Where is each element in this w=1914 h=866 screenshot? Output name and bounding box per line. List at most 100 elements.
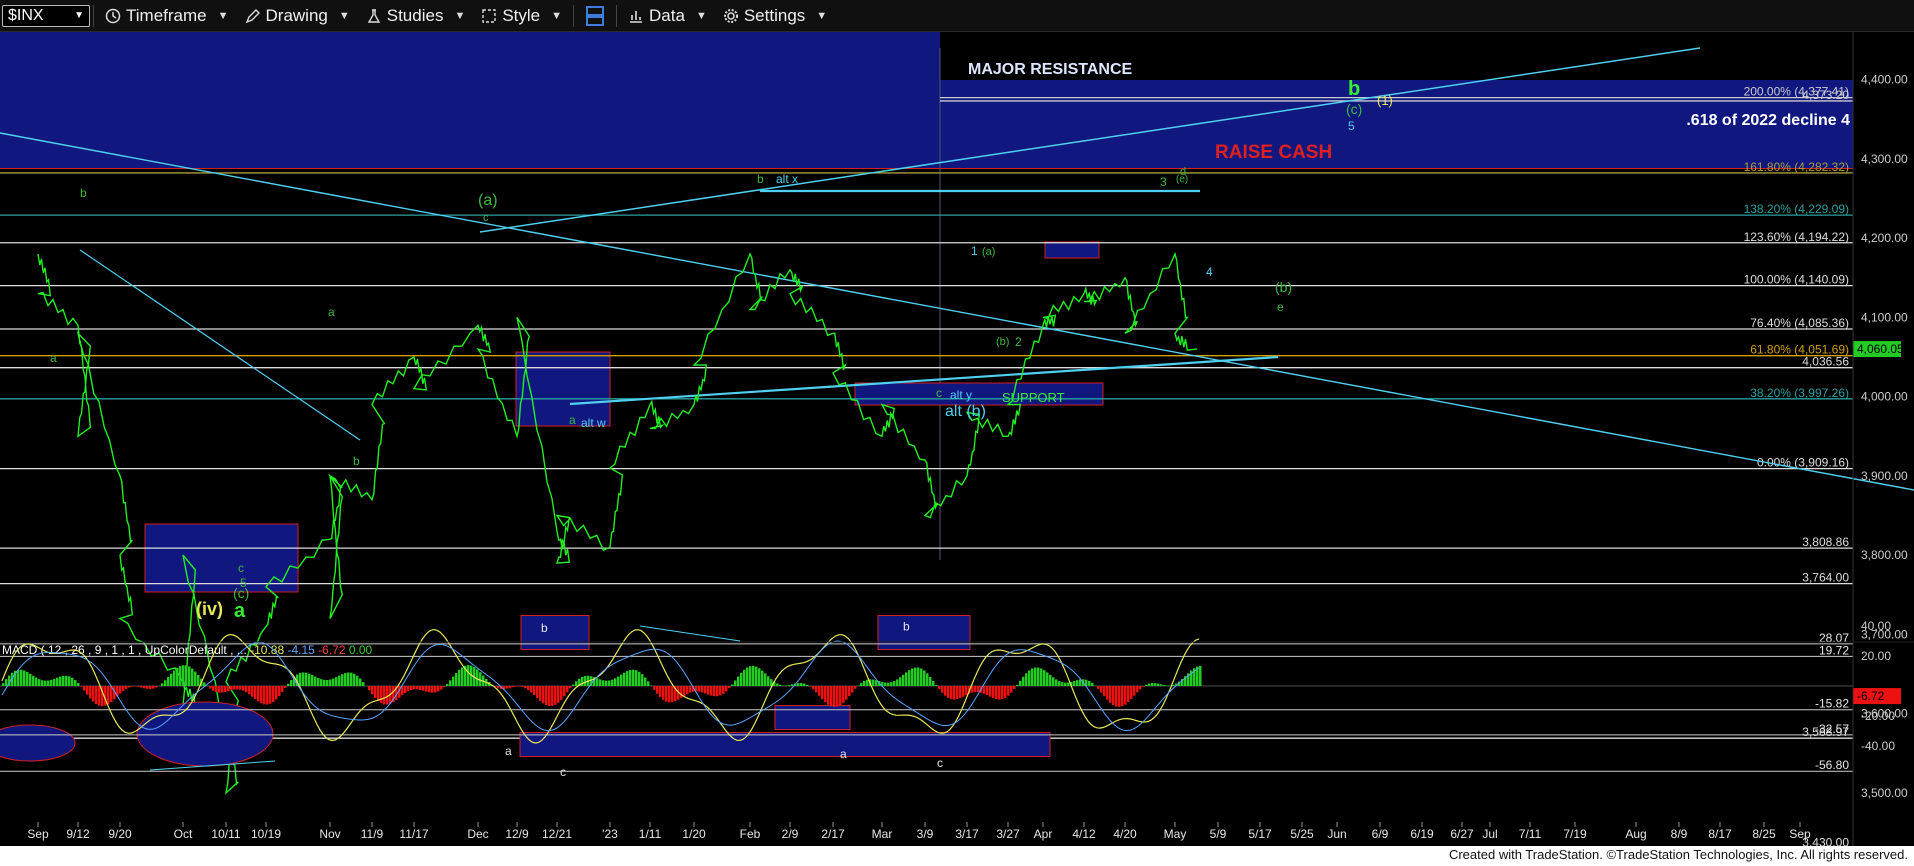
wave-label-3: 3 — [1160, 175, 1167, 189]
macd-histogram-bar — [560, 686, 563, 700]
wave-label-b-feb: b — [757, 172, 764, 186]
macd-histogram-bar — [917, 667, 920, 686]
wave-label-4: 4 — [1206, 265, 1213, 279]
wave-label-alt-x: alt x — [776, 172, 798, 186]
drawing-menu[interactable]: Drawing ▼ — [237, 0, 358, 31]
macd-histogram-bar — [785, 685, 788, 686]
trend-line-short — [79, 249, 361, 441]
style-label: Style — [502, 5, 541, 25]
macd-histogram-bar — [539, 686, 542, 701]
macd-histogram-bar — [899, 677, 902, 686]
macd-histogram-bar — [596, 678, 599, 686]
macd-histogram-bar — [1067, 682, 1070, 686]
settings-menu[interactable]: Settings ▼ — [715, 0, 835, 31]
x-axis-tick: May — [1164, 827, 1187, 841]
macd-histogram-bar — [446, 683, 449, 686]
macd-histogram-bar — [383, 686, 386, 705]
data-menu[interactable]: Data ▼ — [620, 0, 715, 31]
macd-histogram-bar — [1121, 686, 1124, 707]
macd-histogram-bar — [1115, 686, 1118, 707]
macd-histogram-bar — [716, 686, 719, 697]
macd-histogram-bar — [542, 686, 545, 704]
macd-histogram-bar — [143, 686, 146, 689]
macd-histogram-bar — [923, 670, 926, 686]
macd-histogram-bar — [1157, 683, 1160, 686]
macd-histogram-bar — [698, 686, 701, 692]
timeframe-menu[interactable]: Timeframe ▼ — [97, 0, 237, 31]
macd-histogram-bar — [782, 685, 785, 686]
price-level-label: 76.40% (4,085.36) — [1750, 316, 1849, 330]
macd-histogram-bar — [356, 675, 359, 686]
wave-label-1-paren: (1) — [1377, 93, 1393, 108]
macd-histogram-bar — [719, 686, 722, 696]
macd-histogram-bar — [461, 667, 464, 686]
macd-histogram-bar — [605, 680, 608, 686]
macd-histogram-bar — [602, 680, 605, 686]
macd-histogram-bar — [35, 677, 38, 686]
macd-histogram-bar — [1028, 670, 1031, 686]
macd-histogram-bar — [680, 686, 683, 698]
macd-histogram-bar — [359, 678, 362, 686]
macd-histogram-bar — [425, 686, 428, 692]
macd-histogram-bar — [545, 686, 548, 706]
wave-label-alt-b: alt (b) — [945, 403, 986, 420]
x-axis-tick: 8/9 — [1671, 827, 1688, 841]
macd-histogram-bar — [281, 686, 284, 693]
symbol-input[interactable]: $INX ▼ — [2, 4, 90, 27]
macd-ellipse-oct — [136, 701, 274, 767]
macd-histogram-bar — [1043, 670, 1046, 686]
x-axis-tick: Feb — [740, 827, 761, 841]
macd-histogram-bar — [959, 686, 962, 699]
macd-histogram-bar — [278, 686, 281, 696]
macd-histogram-bar — [701, 686, 704, 693]
header-segment: 0.00 — [346, 643, 373, 657]
macd-histogram-bar — [167, 676, 170, 686]
macd-histogram-bar — [1055, 679, 1058, 686]
caret-icon: ▼ — [217, 9, 229, 22]
caret-icon: ▼ — [338, 9, 350, 22]
wave-label-2: 2 — [1015, 335, 1022, 349]
macd-histogram-bar — [320, 679, 323, 686]
macd-histogram-bar — [1097, 686, 1100, 689]
macd-histogram-bar — [314, 676, 317, 686]
macd-histogram-bar — [269, 686, 272, 704]
macd-histogram-bar — [170, 673, 173, 686]
macd-histogram-bar — [848, 686, 851, 697]
price-level-label: 4,373.20 — [1802, 88, 1849, 102]
macd-histogram-bar — [353, 673, 356, 686]
wave-label-1: 1 — [971, 244, 978, 258]
macd-box-bottom — [519, 732, 1051, 757]
macd-axis-tick: 20.00 — [1861, 649, 1891, 663]
studies-menu[interactable]: Studies ▼ — [358, 0, 474, 31]
style-icon — [482, 8, 497, 23]
layout-button[interactable] — [577, 0, 613, 31]
macd-histogram-bar — [80, 686, 83, 687]
macd-histogram-bar — [1160, 684, 1163, 686]
x-axis-tick: 10/19 — [251, 827, 281, 841]
macd-axis-tick: 40.00 — [1861, 619, 1891, 633]
macd-histogram-bar — [776, 683, 779, 686]
divider — [616, 4, 618, 27]
macd-box-b2 — [877, 615, 971, 650]
x-axis-tick: '23 — [602, 827, 618, 841]
macd-histogram-bar — [629, 669, 632, 686]
macd-histogram-bar — [743, 669, 746, 686]
macd-histogram-bar — [764, 673, 767, 686]
macd-histogram-bar — [890, 682, 893, 686]
toolbar: $INX ▼ Timeframe ▼ Drawing ▼ Studies ▼ Styl… — [0, 0, 1914, 32]
macd-histogram-bar — [95, 686, 98, 705]
price-chart[interactable]: $INX - 60 min CME L=4,060.05 -30.70 -0.7… — [0, 32, 1914, 846]
macd-histogram-bar — [515, 686, 518, 687]
macd-histogram-bar — [689, 686, 692, 693]
macd-histogram-bar — [935, 685, 938, 686]
macd-histogram-bar — [914, 667, 917, 686]
macd-histogram-bar — [1013, 686, 1016, 690]
macd-histogram-bar — [872, 679, 875, 686]
macd-histogram-bar — [920, 668, 923, 686]
macd-histogram-bar — [275, 686, 278, 700]
macd-histogram-bar — [863, 680, 866, 686]
macd-histogram-bar — [536, 686, 539, 699]
macd-histogram-bar — [455, 673, 458, 686]
x-axis-tick: Sep — [1789, 827, 1811, 841]
style-menu[interactable]: Style ▼ — [473, 0, 570, 31]
